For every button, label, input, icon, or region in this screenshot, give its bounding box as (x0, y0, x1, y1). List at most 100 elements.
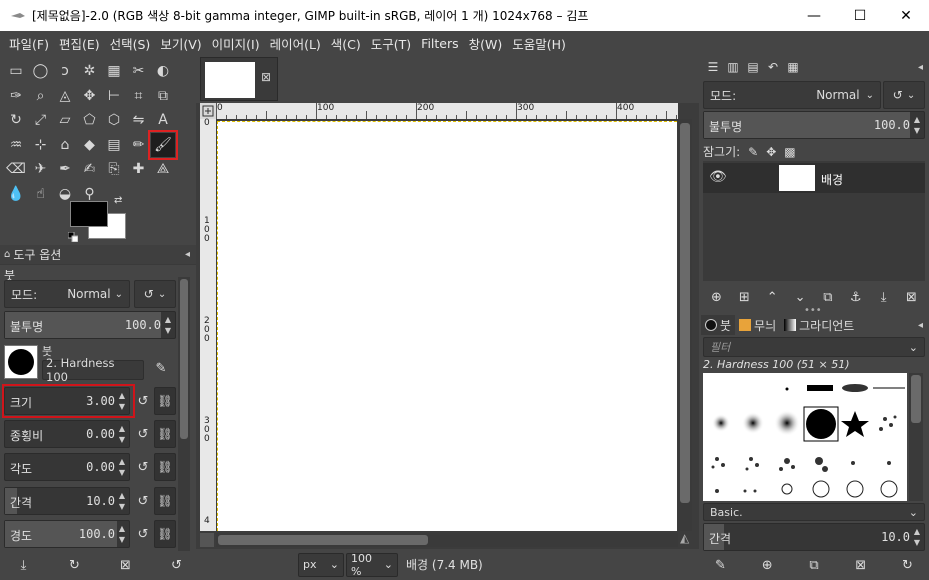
airbrush-icon[interactable]: ✈ (29, 157, 53, 181)
lock-alpha-icon[interactable]: ▩ (784, 145, 795, 159)
fuzzy-select-icon[interactable]: ✲ (78, 59, 102, 83)
heal-icon[interactable]: ✚ (127, 157, 151, 181)
brush-name-field[interactable]: 2. Hardness 100 (42, 356, 144, 384)
horizontal-ruler[interactable]: 0 100 200 300 400 (216, 103, 678, 119)
canvas-horizontal-scrollbar[interactable] (216, 533, 678, 547)
layers-tab-icon[interactable]: ☰ (703, 57, 723, 77)
maximize-button[interactable]: ☐ (837, 0, 883, 31)
lock-position-icon[interactable]: ✥ (766, 145, 776, 159)
shear-icon[interactable]: ▱ (53, 108, 77, 132)
menu-image[interactable]: 이미지(I) (207, 34, 265, 53)
undo-tab-icon[interactable]: ↶ (763, 57, 783, 77)
minimize-button[interactable]: — (791, 0, 837, 31)
mypaint-brush-icon[interactable]: ✍ (78, 157, 102, 181)
layer-opacity-slider[interactable]: 불투명 100.0 ▲ ▼ (703, 111, 925, 139)
new-layer-group-icon[interactable]: ⊞ (731, 287, 758, 307)
close-tab-icon[interactable]: ⊠ (261, 70, 271, 84)
opacity-slider[interactable]: 불투명 100.0 ▲ ▼ (4, 311, 176, 339)
zoom-icon[interactable]: ⌕ (29, 84, 53, 108)
new-brush-icon[interactable]: ⊕ (754, 555, 781, 575)
channels-tab-icon[interactable]: ▥ (723, 57, 743, 77)
quick-mask-toggle[interactable] (200, 533, 214, 547)
menu-select[interactable]: 선택(S) (105, 34, 156, 53)
dock-menu-icon[interactable]: ◂ (918, 320, 923, 331)
menu-edit[interactable]: 편집(E) (54, 34, 105, 53)
image-canvas[interactable] (217, 121, 677, 531)
warp-icon[interactable]: ♒ (4, 133, 28, 157)
brush-tag-field[interactable]: Basic. ⌄ (703, 503, 925, 521)
reset-hardness-icon[interactable]: ↺ (132, 523, 154, 545)
scale-icon[interactable]: ⤢ (29, 108, 53, 132)
brush-preview[interactable] (4, 345, 38, 379)
ellipse-select-icon[interactable]: ◯ (29, 59, 53, 83)
close-button[interactable]: ✕ (883, 0, 929, 31)
mode-reset-select[interactable]: ↺ ⌄ (134, 280, 176, 308)
patterns-tab[interactable]: 무늬 (735, 315, 780, 335)
spacing-slider[interactable]: 간격 10.0 ▲ ▼ (4, 487, 130, 515)
canvas-viewport[interactable] (216, 119, 678, 531)
transform-3d-icon[interactable]: ⬡ (102, 108, 126, 132)
spin-arrows-icon[interactable]: ▲ ▼ (163, 314, 173, 336)
align-icon[interactable]: ⊢ (102, 84, 126, 108)
reset-aspect-icon[interactable]: ↺ (132, 423, 154, 445)
menu-view[interactable]: 보기(V) (155, 34, 206, 53)
brushes-tab[interactable]: 붓 (701, 315, 736, 335)
delete-layer-icon[interactable]: ⊠ (898, 287, 925, 307)
eye-icon[interactable]: 👁 (709, 169, 727, 185)
rotate-icon[interactable]: ↻ (4, 108, 28, 132)
vertical-ruler[interactable]: 0 1 0 0 2 0 0 3 0 0 4 (200, 119, 216, 531)
tool-options-tab[interactable]: ⌂ 도구 옵션 (0, 245, 196, 265)
anchor-layer-icon[interactable]: ⚓ (842, 287, 869, 307)
free-select-icon[interactable]: ↄ (53, 59, 77, 83)
delete-brush-icon[interactable]: ⊠ (847, 555, 874, 575)
images-tab-icon[interactable]: ▦ (783, 57, 803, 77)
gradients-tab[interactable]: 그라디언트 (780, 315, 858, 335)
hardness-slider[interactable]: 경도 100.0 ▲ ▼ (4, 520, 130, 548)
menu-tools[interactable]: 도구(T) (366, 34, 416, 53)
reset-size-icon[interactable]: ↺ (132, 390, 154, 412)
menu-layer[interactable]: 레이어(L) (265, 34, 326, 53)
navigate-icon[interactable]: ◭ (680, 531, 689, 545)
link-size-button[interactable]: ⛓ (154, 387, 176, 415)
foreground-select-icon[interactable]: ◐ (151, 59, 175, 83)
cage-icon[interactable]: ⌂ (53, 133, 77, 157)
reset-angle-icon[interactable]: ↺ (132, 456, 154, 478)
spin-arrows-icon[interactable]: ▲ ▼ (117, 423, 127, 445)
ink-icon[interactable]: ✒ (53, 157, 77, 181)
unified-transform-icon[interactable]: ⧉ (151, 84, 175, 108)
unit-select[interactable]: px ⌄ (298, 552, 344, 577)
eraser-icon[interactable]: ⌫ (4, 157, 28, 181)
flip-icon[interactable]: ⇋ (127, 108, 151, 132)
spin-arrows-icon[interactable]: ▲ ▼ (117, 456, 127, 478)
restore-options-icon[interactable]: ↻ (61, 555, 88, 575)
gradient-icon[interactable]: ▤ (102, 133, 126, 157)
merge-layer-icon[interactable]: ⤓ (870, 287, 897, 307)
layer-item[interactable]: 👁 배경 (703, 163, 925, 193)
ruler-corner-button[interactable] (200, 103, 216, 119)
perspective-clone-icon[interactable]: ⟁ (151, 157, 175, 181)
zoom-select[interactable]: 100 % ⌄ (346, 552, 398, 578)
aspect-ratio-slider[interactable]: 종횡비 0.00 ▲ ▼ (4, 420, 130, 448)
bucket-fill-icon[interactable]: ◆ (78, 133, 102, 157)
spin-arrows-icon[interactable]: ▲ ▼ (912, 114, 922, 136)
brush-grid[interactable] (703, 373, 907, 501)
image-tab[interactable]: ⊠ (200, 57, 278, 101)
link-aspect-button[interactable]: ⛓ (154, 420, 176, 448)
measure-icon[interactable]: ◬ (53, 84, 77, 108)
default-colors-icon[interactable] (67, 231, 79, 243)
raise-layer-icon[interactable]: ⌃ (759, 287, 786, 307)
scissors-icon[interactable]: ✂ (127, 59, 151, 83)
paths-tab-icon[interactable]: ▤ (743, 57, 763, 77)
swap-colors-icon[interactable]: ⇄ (114, 195, 122, 206)
spin-arrows-icon[interactable]: ▲ ▼ (117, 523, 127, 545)
menu-file[interactable]: 파일(F) (4, 34, 54, 53)
reset-options-icon[interactable]: ↺ (163, 555, 190, 575)
lower-layer-icon[interactable]: ⌄ (787, 287, 814, 307)
delete-options-icon[interactable]: ⊠ (112, 555, 139, 575)
spin-arrows-icon[interactable]: ▲ ▼ (117, 490, 127, 512)
duplicate-layer-icon[interactable]: ⧉ (814, 287, 841, 307)
save-options-icon[interactable]: ⤓ (10, 555, 37, 575)
menu-colors[interactable]: 색(C) (326, 34, 366, 53)
reset-spacing-icon[interactable]: ↺ (132, 490, 154, 512)
pencil-icon[interactable]: ✏ (127, 133, 151, 157)
